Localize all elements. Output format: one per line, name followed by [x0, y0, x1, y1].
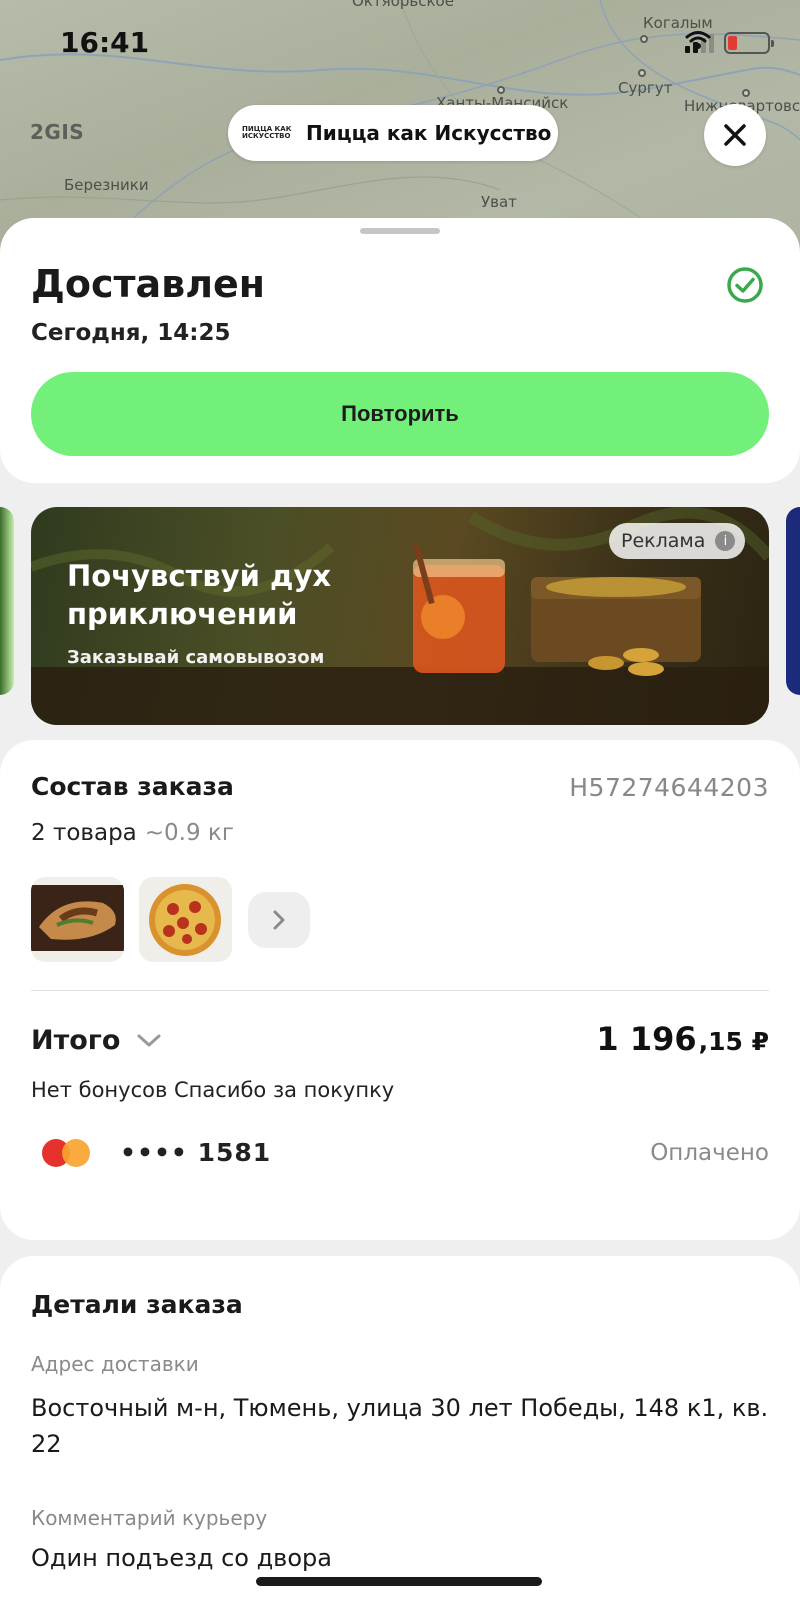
check-circle-icon [727, 267, 763, 303]
order-items-more-button[interactable] [248, 892, 310, 948]
payment-card-row: •••• 1581 [42, 1138, 271, 1167]
map-brand-logo: 2GIS [30, 120, 85, 144]
store-name: Пицца как Искусство [306, 121, 552, 145]
order-weight: ~0.9 кг [144, 820, 234, 846]
info-icon: i [715, 531, 736, 551]
ad-banner[interactable]: Почувствуй дух приключений Заказывай сам… [31, 507, 769, 725]
order-status-date: Сегодня, 14:25 [31, 320, 231, 346]
repeat-order-button[interactable]: Повторить [31, 372, 769, 456]
total-amount: 1 196 ,15 ₽ [596, 1020, 769, 1058]
ad-subtitle: Заказывай самовывозом [67, 647, 325, 668]
comment-value: Один подъезд со двора [31, 1544, 332, 1572]
map-city-dot [638, 69, 646, 77]
status-icons [685, 30, 774, 56]
ad-carousel-next-peek[interactable] [786, 507, 800, 695]
close-button[interactable] [704, 104, 766, 166]
mastercard-icon [42, 1138, 90, 1167]
map-label-city: Октябрьское [352, 0, 454, 10]
map-label-city: Березники [64, 176, 149, 194]
address-value: Восточный м-н, Тюмень, улица 30 лет Побе… [31, 1394, 769, 1458]
store-pill[interactable]: ПИЦЦА КАК ИСКУССТВО Пицца как Искусство [228, 105, 558, 161]
battery-icon [724, 32, 774, 54]
chevron-down-icon [137, 1034, 161, 1046]
order-item-thumb-pizza[interactable] [139, 877, 232, 962]
order-status-title: Доставлен [31, 262, 266, 306]
order-item-thumb-shawarma[interactable] [31, 877, 124, 962]
order-summary: 2 товара ~0.9 кг [31, 820, 234, 846]
map-label-city: Уват [481, 193, 517, 211]
divider [31, 990, 769, 991]
order-id: Н57274644203 [569, 773, 769, 802]
order-section-title: Состав заказа [31, 772, 234, 801]
status-time: 16:41 [60, 26, 150, 59]
shawarma-image [31, 885, 124, 951]
bonus-text: Нет бонусов Спасибо за покупку [31, 1078, 395, 1102]
close-icon [724, 124, 746, 146]
wifi-icon [685, 31, 711, 49]
ad-badge-label: Реклама [621, 530, 706, 552]
home-indicator[interactable] [256, 1577, 542, 1586]
sheet-grabber[interactable] [360, 228, 440, 234]
card-masked-number: •••• 1581 [120, 1138, 272, 1167]
comment-label: Комментарий курьеру [31, 1506, 268, 1530]
payment-status: Оплачено [650, 1140, 769, 1166]
address-label: Адрес доставки [31, 1352, 199, 1376]
total-amount-whole: 1 196 [596, 1020, 697, 1058]
store-logo: ПИЦЦА КАК ИСКУССТВО [242, 125, 292, 140]
details-section-title: Детали заказа [31, 1290, 243, 1319]
total-label: Итого [31, 1025, 121, 1056]
map-label-city: Сургут [618, 79, 673, 97]
ad-carousel-prev-peek[interactable] [0, 507, 14, 695]
ad-badge[interactable]: Реклама i [609, 523, 746, 559]
chevron-right-icon [273, 910, 285, 930]
ad-headline: Почувствуй дух приключений [67, 559, 332, 631]
map-city-dot [742, 89, 750, 97]
order-item-count: 2 товара [31, 820, 137, 846]
map-city-dot [497, 86, 505, 94]
pizza-image [149, 884, 221, 956]
total-amount-fraction: ,15 ₽ [698, 1027, 769, 1056]
total-toggle[interactable]: Итого [31, 1025, 162, 1056]
map-city-dot [640, 35, 648, 43]
